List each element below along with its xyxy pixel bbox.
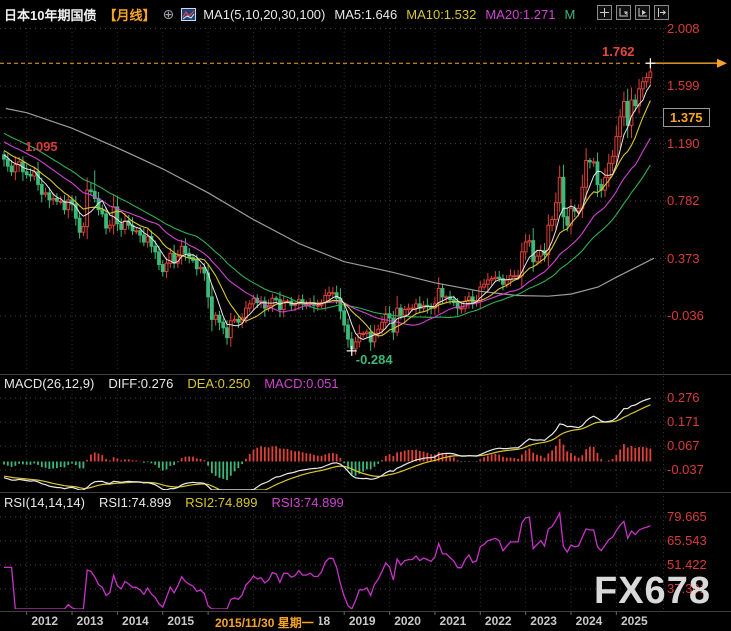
chart-canvas[interactable] [0,0,731,631]
price-axis-label: 0.782 [667,193,700,208]
legend-item-3: MA20:1.271 [485,6,556,22]
price-arrow-icon [717,58,727,68]
rsi-header-item-3: RSI3:74.899 [271,495,344,510]
macd-axis-label: 0.067 [667,438,700,454]
macd-header-item-3: MACD:0.051 [264,376,339,391]
x-axis-year-label: 2024 [575,614,603,628]
chart-type-icon[interactable] [181,7,197,21]
rsi-header: RSI(14,14,14) RSI1:74.899 RSI2:74.899 RSI3:… [4,495,344,510]
watermark: FX678 [594,570,711,612]
x-axis-year-label: 2021 [439,614,467,628]
pan-crosshair-icon[interactable] [597,5,612,20]
price-axis-label: -0.036 [667,308,704,323]
macd-series [3,397,652,490]
x-axis-year-label: 2019 [348,614,376,628]
macd-axis-label: 0.171 [667,414,700,430]
candlestick-series [2,63,653,355]
low-price-label: -0.284 [355,352,393,367]
x-axis-year-label: 2015 [167,614,195,628]
crosshair-price-tag: 1.375 [663,107,710,127]
title-bar: 日本10年期国债 【月线】 ⊕ MA1(5,10,20,30,100) MA5:1… [4,5,575,23]
x-axis-year-label: 2014 [122,614,149,628]
crosshair-toggle-icon[interactable]: ⊕ [162,6,174,23]
rsi-header-item-0: RSI(14,14,14) [4,495,85,510]
x-axis-year-label: 2012 [31,614,59,628]
chart-window: 日本10年期国债 【月线】 ⊕ MA1(5,10,20,30,100) MA5:1… [0,0,731,631]
macd-axis-label: -0.037 [667,462,704,477]
x-axis-year-label: 2013 [76,614,104,628]
macd-header: MACD(26,12,9) DIFF:0.276 DEA:0.250 MACD:0.0… [4,376,339,391]
rsi-series [4,510,651,609]
rsi-axis-label: 65.543 [667,533,707,548]
x-axis-year-label: 2022 [484,614,512,628]
instrument-title: 日本10年期国债 [4,7,97,23]
rsi-header-item-1: RSI1:74.899 [98,495,172,510]
export-chart-icon[interactable] [654,5,669,20]
x-axis-year-label: 2023 [530,614,557,628]
legend-item-4: M [564,6,576,22]
grid [0,28,670,609]
chart-toolbar [597,5,669,20]
axis-zoom-icon[interactable] [616,5,631,20]
axis-play-icon[interactable] [635,5,650,20]
price-axis-label: 2.008 [667,20,700,36]
legend-item-2: MA10:1.532 [406,6,477,22]
high-price-label: 1.762 [602,44,635,60]
price-axis-label: 0.373 [667,250,700,266]
rsi-header-item-2: RSI2:74.899 [185,495,258,510]
macd-axis-label: 0.276 [667,390,700,406]
crosshair-date-tag: 2015/11/30 星期一 [210,612,319,631]
legend-item-0: MA1(5,10,20,30,100) [203,6,326,22]
macd-header-item-2: DEA:0.250 [187,376,251,391]
ma-legend: MA1(5,10,20,30,100) MA5:1.646 MA10:1.532 MA… [203,7,575,22]
price-axis-label: 1.190 [667,135,700,151]
macd-header-item-0: MACD(26,12,9) [4,376,95,391]
x-axis-year-label: 2025 [621,614,648,628]
rsi-axis-label: 79.665 [667,509,707,524]
macd-header-item-1: DIFF:0.276 [108,376,174,391]
legend-item-1: MA5:1.646 [334,6,398,22]
x-axis-year-label: 2020 [394,614,421,628]
early-high-label: 1.095 [25,139,58,154]
price-axis-label: 1.599 [667,78,700,94]
period-label: 【月线】 [103,7,156,23]
